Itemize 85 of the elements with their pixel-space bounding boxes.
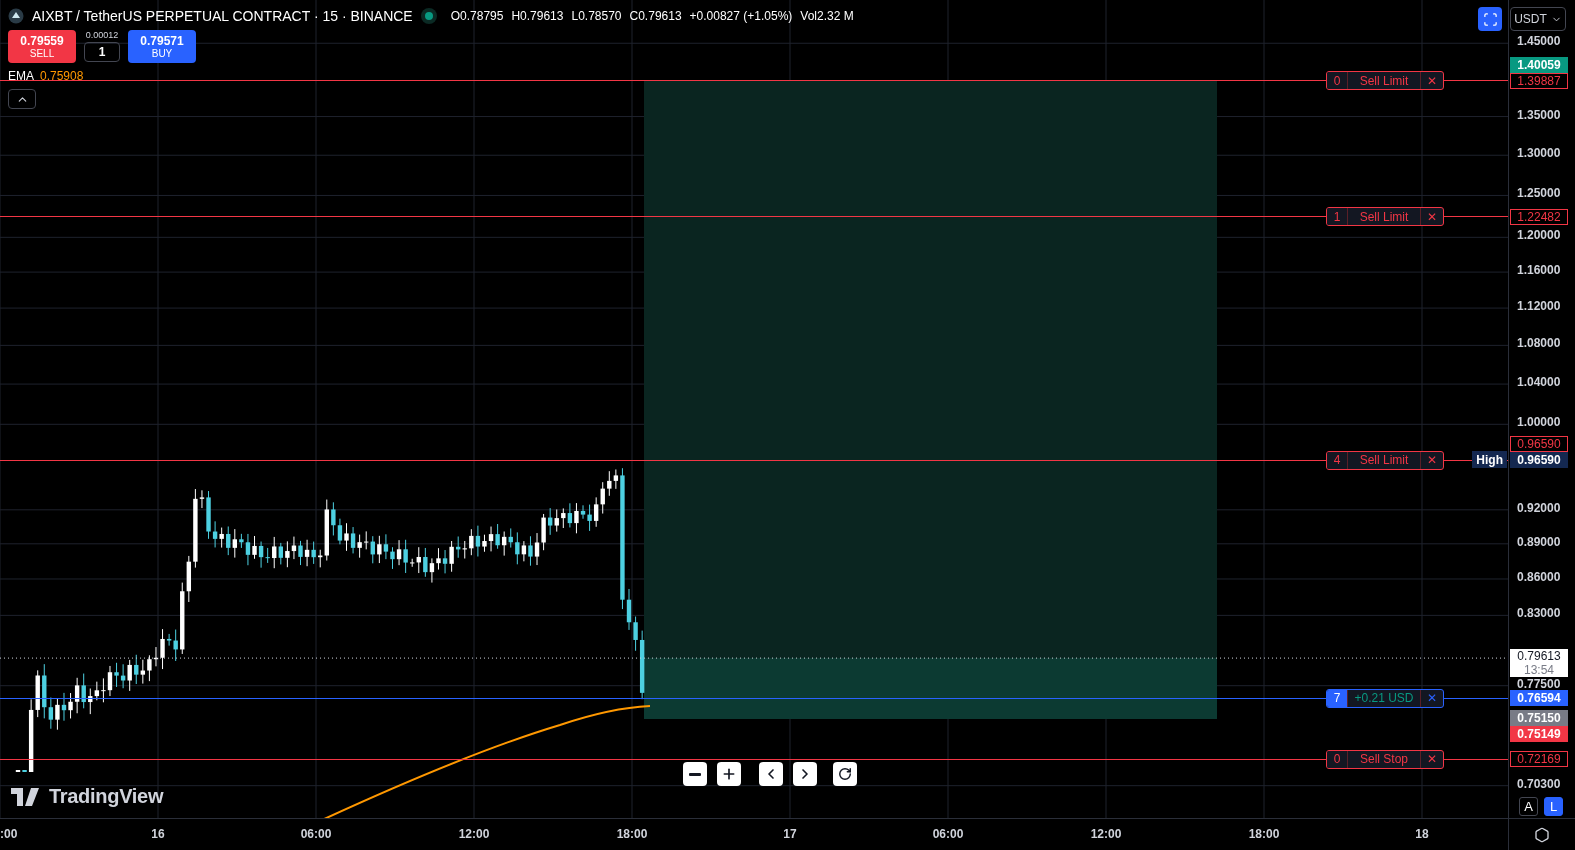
plus-icon <box>721 766 737 782</box>
order-tag[interactable]: 1 Sell Limit ✕ <box>1326 207 1444 227</box>
reset-button[interactable] <box>833 762 857 786</box>
order-tag[interactable]: 0 Sell Limit ✕ <box>1326 71 1444 91</box>
price-tick: 0.83000 <box>1517 608 1561 620</box>
order-quantity: 7 <box>1327 689 1348 707</box>
price-label: 0.96590 <box>1510 436 1568 453</box>
coin-logo-icon <box>8 8 24 24</box>
time-tick: 06:00 <box>300 827 332 841</box>
price-label: 0.72169 <box>1510 751 1568 768</box>
price-label: 0.76594 <box>1510 690 1568 707</box>
ohlc-value: C0.79613 <box>629 9 682 23</box>
fullscreen-icon <box>1482 11 1498 27</box>
scroll-left-button[interactable] <box>759 762 783 786</box>
symbol-title[interactable]: AIXBT / TetherUS PERPETUAL CONTRACT · 15 · BINANCE <box>32 8 413 24</box>
ohlc-value: H0.79613 <box>511 9 564 23</box>
logo-text: TradingView <box>49 785 164 808</box>
time-tick: 12:00 <box>1090 827 1122 841</box>
order-quantity: 1 <box>1327 208 1348 226</box>
time-tick: 18 <box>1415 827 1429 841</box>
order-quantity: 0 <box>1327 72 1348 90</box>
price-tick: 1.45000 <box>1517 36 1561 48</box>
price-label: 0.96590 <box>1510 452 1568 469</box>
time-tick: 06:00 <box>932 827 964 841</box>
price-tick: 0.86000 <box>1517 572 1561 584</box>
price-tick: 1.30000 <box>1517 148 1561 160</box>
time-tick: 17 <box>783 827 797 841</box>
time-tick: 18:00 <box>1248 827 1280 841</box>
price-tick: 1.04000 <box>1517 377 1561 389</box>
price-tick: 0.77500 <box>1517 679 1561 691</box>
settings-icon[interactable] <box>1534 826 1550 843</box>
order-tag[interactable]: 4 Sell Limit ✕ <box>1326 450 1444 470</box>
close-button[interactable]: ✕ <box>1421 208 1443 226</box>
close-button[interactable]: ✕ <box>1421 689 1443 707</box>
zoom-in-button[interactable] <box>717 762 741 786</box>
order-tag[interactable]: 7 +0.21 USD ✕ <box>1326 688 1444 708</box>
order-label: Sell Limit <box>1348 72 1421 90</box>
minus-icon <box>689 772 701 776</box>
price-tick: 0.89000 <box>1517 537 1561 549</box>
quantity-field[interactable]: 1 <box>84 42 120 62</box>
time-tick: 18:00 <box>616 827 648 841</box>
order-label: Sell Stop <box>1348 750 1421 768</box>
zoom-out-button[interactable] <box>683 762 707 786</box>
high-tag: High <box>1472 451 1507 469</box>
price-label: 0.75150 <box>1510 709 1568 726</box>
indicator-name[interactable]: EMA <box>8 69 34 83</box>
scale-toggle[interactable]: L <box>1544 797 1563 816</box>
ohlc-value: O0.78795 <box>450 9 504 23</box>
last-price-label: 0.79613 13:54 <box>1510 648 1568 677</box>
ohlc-value: +0.00827 (+1.05%) <box>689 9 793 23</box>
buy-button[interactable]: 0.79571 BUY <box>128 30 196 63</box>
time-tick: 12:00 <box>458 827 490 841</box>
close-button[interactable]: ✕ <box>1421 72 1443 90</box>
order-tag[interactable]: 0 Sell Stop ✕ <box>1326 749 1444 769</box>
reset-icon <box>838 767 852 781</box>
close-button[interactable]: ✕ <box>1421 451 1443 469</box>
scale-toggle[interactable]: A <box>1519 797 1538 816</box>
order-label: +0.21 USD <box>1348 689 1421 707</box>
price-tick: 0.92000 <box>1517 503 1561 515</box>
time-tick: 16 <box>151 827 165 841</box>
ohlc-value: L0.78570 <box>571 9 622 23</box>
price-tick: 1.08000 <box>1517 338 1561 350</box>
price-label: 1.40059 <box>1510 56 1568 73</box>
order-label: Sell Limit <box>1348 451 1421 469</box>
indicator-value: 0.75908 <box>40 69 84 83</box>
price-tick: 1.20000 <box>1517 230 1561 242</box>
price-tick: 0.70300 <box>1517 779 1561 791</box>
close-button[interactable]: ✕ <box>1421 750 1443 768</box>
collapse-button[interactable] <box>8 89 36 109</box>
price-tick: 1.25000 <box>1517 188 1561 200</box>
price-tick: 1.35000 <box>1517 109 1561 121</box>
order-quantity: 4 <box>1327 451 1348 469</box>
price-tick: 1.12000 <box>1517 301 1561 313</box>
order-quantity: 0 <box>1327 750 1348 768</box>
price-tick: 1.00000 <box>1517 417 1561 429</box>
currency-dropdown[interactable]: USDT <box>1510 7 1566 31</box>
time-tick: :00 <box>0 827 18 841</box>
spread-value: 0.00012 <box>85 30 119 40</box>
price-label: 1.22482 <box>1510 208 1568 225</box>
sell-button[interactable]: 0.79559 SELL <box>8 30 76 63</box>
fullscreen-button[interactable] <box>1478 7 1502 31</box>
scroll-right-button[interactable] <box>793 762 817 786</box>
ohlc-value: Vol2.32 M <box>800 9 854 23</box>
price-tick: 1.16000 <box>1517 265 1561 277</box>
order-label: Sell Limit <box>1348 208 1421 226</box>
